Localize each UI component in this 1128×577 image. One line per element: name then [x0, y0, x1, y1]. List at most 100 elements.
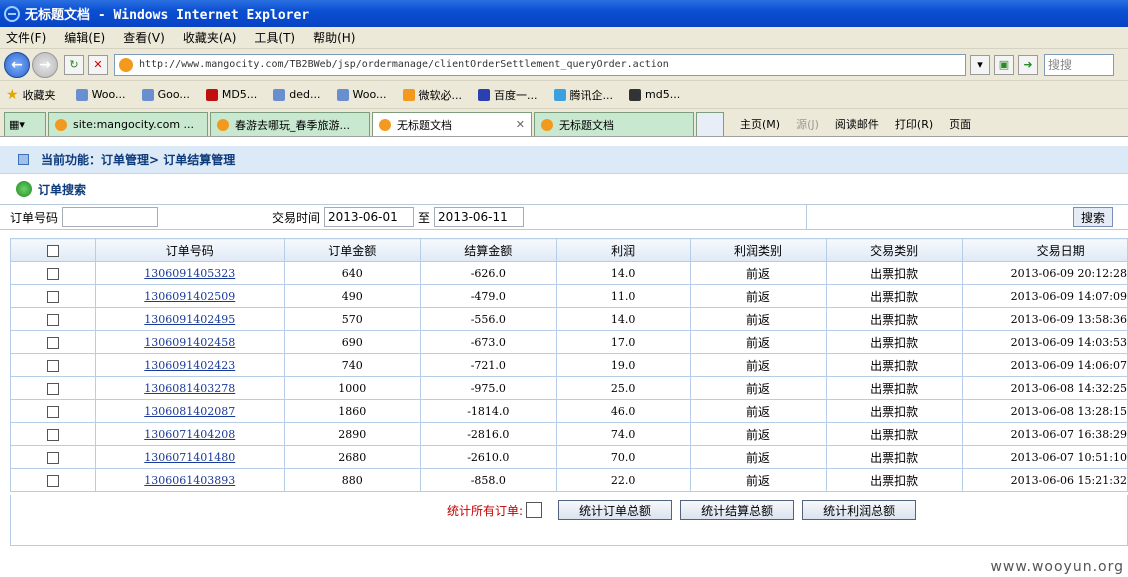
footer-controls: 统计所有订单: 统计订单总额 统计结算总额 统计利润总额 [447, 500, 917, 520]
order-no-link[interactable]: 1306081402087 [144, 405, 235, 418]
forward-button[interactable]: → [32, 51, 58, 78]
order-amount-cell: 2680 [283, 445, 421, 469]
breadcrumb-icon [18, 154, 29, 165]
new-tab-button[interactable] [696, 112, 724, 136]
favorite-favicon-icon [629, 88, 642, 101]
row-select-cell [10, 399, 96, 423]
refresh-button[interactable]: ↻ [64, 54, 84, 75]
profit-type-cell: 前返 [689, 468, 827, 492]
order-no-link[interactable]: 1306091405323 [144, 267, 235, 280]
row-checkbox[interactable] [46, 382, 59, 395]
date-from-input[interactable] [324, 207, 415, 227]
favorite-link[interactable]: 微软必... [402, 87, 462, 103]
order-table: 订单号码 订单金额 结算金额 利润 利润类别 交易类别 交易日期 1306091… [10, 238, 1128, 492]
order-no-link[interactable]: 1306091402509 [144, 290, 235, 303]
site-favicon-icon [119, 57, 133, 72]
search-input[interactable]: 搜搜 [1044, 53, 1114, 76]
order-no-link[interactable]: 1306071404208 [144, 428, 235, 441]
read-mail-button[interactable]: 阅读邮件 [835, 116, 879, 132]
row-checkbox[interactable] [46, 313, 59, 326]
row-checkbox[interactable] [46, 290, 59, 303]
favorite-link[interactable]: Woo... [75, 88, 126, 101]
browser-tab-active[interactable]: 无标题文档 ✕ [372, 112, 532, 136]
search-form: 订单号码 交易时间 至 搜索 [0, 204, 1128, 230]
menu-view[interactable]: 查看(V) [123, 29, 165, 46]
favorite-link[interactable]: 百度一... [478, 87, 538, 103]
table-row: 1306071404208 2890 -2816.0 74.0 前返 出票扣款 2013-0… [10, 422, 1128, 446]
row-checkbox[interactable] [46, 474, 59, 487]
stop-button[interactable]: ✕ [88, 54, 108, 75]
row-checkbox[interactable] [46, 336, 59, 349]
command-bar: 主页(M) 源(J) 阅读邮件 打印(R) 页面 [740, 112, 987, 136]
date-to-input[interactable] [434, 207, 525, 227]
order-no-link[interactable]: 1306081403278 [144, 382, 235, 395]
trade-date-label: 交易时间 [272, 210, 321, 225]
sum-settlement-amount-button[interactable]: 统计结算总额 [680, 500, 795, 520]
menu-favorites[interactable]: 收藏夹(A) [183, 29, 237, 46]
favorite-link[interactable]: 腾讯企... [553, 87, 613, 103]
tab-favicon-icon [217, 118, 229, 131]
trade-date-cell: 2013-06-09 13:58:36 [961, 307, 1128, 331]
watermark: www.wooyun.org [990, 559, 1124, 575]
sum-profit-button[interactable]: 统计利润总额 [802, 500, 917, 520]
table-header-row: 订单号码 订单金额 结算金额 利润 利润类别 交易类别 交易日期 [10, 238, 1128, 262]
row-checkbox[interactable] [46, 359, 59, 372]
compat-view-icon: ▣ [998, 58, 1010, 71]
browser-tab[interactable]: 春游去哪玩_春季旅游... [210, 112, 370, 136]
order-no-link[interactable]: 1306091402458 [144, 336, 235, 349]
address-dropdown-button[interactable]: ▾ [970, 54, 990, 75]
menu-help[interactable]: 帮助(H) [313, 29, 355, 46]
profit-type-cell: 前返 [689, 307, 827, 331]
menu-tools[interactable]: 工具(T) [254, 29, 295, 46]
all-orders-checkbox[interactable] [526, 502, 543, 518]
order-amount-cell: 690 [283, 330, 421, 354]
order-amount-cell: 640 [283, 261, 421, 285]
order-no-link[interactable]: 1306061403893 [144, 474, 235, 487]
select-all-checkbox[interactable] [46, 244, 59, 257]
table-row: 1306091402495 570 -556.0 14.0 前返 出票扣款 2013-06-… [10, 307, 1128, 331]
form-divider [806, 205, 807, 229]
row-checkbox[interactable] [46, 428, 59, 441]
quick-tabs-button[interactable]: ▦▾ [4, 112, 46, 136]
page-content: 当前功能：订单管理> 订单结算管理 订单搜索 订单号码 交易时间 至 搜索 订单… [0, 146, 1128, 577]
favorite-link[interactable]: ded... [273, 88, 321, 101]
order-no-cell: 1306091402423 [94, 353, 285, 377]
favorites-button[interactable]: 收藏夹 [23, 87, 56, 103]
favorite-link[interactable]: Goo... [141, 88, 190, 101]
row-select-cell [10, 307, 96, 331]
settlement-amount-cell: -556.0 [419, 307, 557, 331]
favorite-link[interactable]: MD5... [205, 88, 257, 101]
row-checkbox[interactable] [46, 405, 59, 418]
close-tab-icon[interactable]: ✕ [516, 118, 525, 131]
order-amount-cell: 1000 [283, 376, 421, 400]
favorite-favicon-icon [75, 88, 88, 101]
home-button[interactable]: 主页(M) [740, 116, 780, 132]
row-checkbox[interactable] [46, 267, 59, 280]
browser-tab[interactable]: site:mangocity.com ... [48, 112, 208, 136]
print-button[interactable]: 打印(R) [895, 116, 933, 132]
page-menu-button[interactable]: 页面 [949, 116, 971, 132]
compat-view-button[interactable]: ▣ [994, 54, 1014, 75]
sum-order-amount-button[interactable]: 统计订单总额 [558, 500, 673, 520]
browser-tab[interactable]: 无标题文档 [534, 112, 694, 136]
search-button[interactable]: 搜索 [1073, 207, 1113, 227]
menu-edit[interactable]: 编辑(E) [64, 29, 105, 46]
tab-favicon-icon [55, 118, 67, 131]
back-button[interactable]: ← [4, 51, 30, 78]
go-button[interactable]: ➜ [1018, 54, 1038, 75]
table-row: 1306081402087 1860 -1814.0 46.0 前返 出票扣款 2013-0… [10, 399, 1128, 423]
table-footer: 统计所有订单: 统计订单总额 统计结算总额 统计利润总额 [10, 495, 1128, 546]
menu-file[interactable]: 文件(F) [6, 29, 46, 46]
order-no-input[interactable] [62, 207, 159, 227]
favorite-link[interactable]: md5... [629, 88, 680, 101]
favorites-star-icon: ★ [6, 86, 19, 103]
url-field[interactable]: http://www.mangocity.com/TB2BWeb/jsp/ord… [114, 53, 966, 76]
order-no-link[interactable]: 1306071401480 [144, 451, 235, 464]
window-title-bar: 无标题文档 - Windows Internet Explorer [0, 0, 1128, 27]
order-no-link[interactable]: 1306091402423 [144, 359, 235, 372]
feeds-button[interactable]: 源(J) [796, 116, 819, 132]
order-no-link[interactable]: 1306091402495 [144, 313, 235, 326]
favorite-link[interactable]: Woo... [336, 88, 387, 101]
row-checkbox[interactable] [46, 451, 59, 464]
search-placeholder: 搜搜 [1048, 58, 1073, 72]
